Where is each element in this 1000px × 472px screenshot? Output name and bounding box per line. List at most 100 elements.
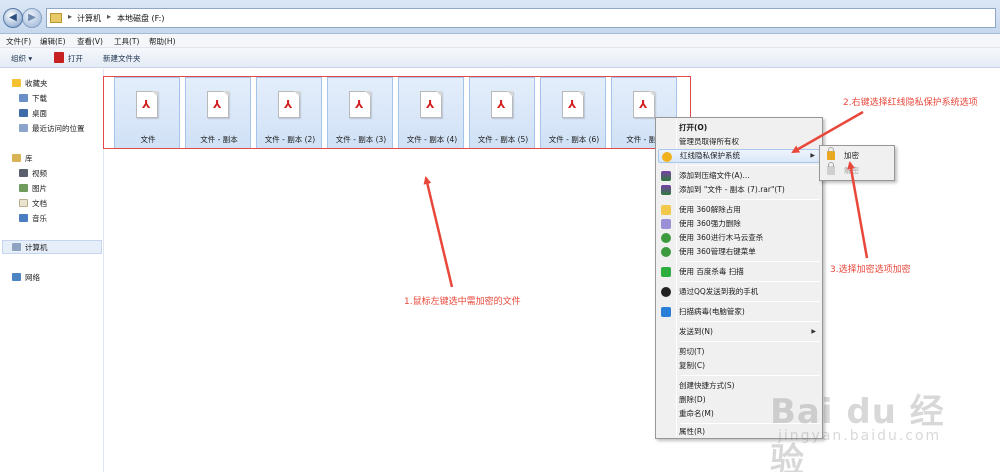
recent-places-icon xyxy=(19,124,28,132)
nav-label: 桌面 xyxy=(32,109,47,118)
nav-documents[interactable]: 文档 xyxy=(19,198,47,211)
music-icon xyxy=(19,214,28,222)
selection-annotation-box xyxy=(103,76,691,149)
nav-label: 收藏夹 xyxy=(25,79,48,88)
menu-item-pc-manager[interactable]: 扫描病毒(电脑管家) xyxy=(658,305,820,319)
watermark-url: jingyan.baidu.com xyxy=(778,428,942,444)
menu-item-copy[interactable]: 复制(C) xyxy=(658,359,820,373)
menu-item-add-rar[interactable]: 添加到 "文件 - 副本 (7).rar"(T) xyxy=(658,183,820,197)
pictures-icon xyxy=(19,184,28,192)
nav-music[interactable]: 音乐 xyxy=(19,213,47,226)
antivirus-icon xyxy=(661,247,671,257)
menu-file[interactable]: 文件(F) xyxy=(6,36,31,47)
menu-item-take-ownership[interactable]: 管理员取得所有权 xyxy=(658,135,820,149)
menu-item-360-unlock[interactable]: 使用 360解除占用 xyxy=(658,203,820,217)
nav-downloads[interactable]: 下载 xyxy=(19,93,47,106)
shield-icon xyxy=(661,307,671,317)
submenu-item-encrypt[interactable]: 加密 xyxy=(822,147,894,163)
menu-label: 扫描病毒(电脑管家) xyxy=(679,307,745,316)
nav-label: 图片 xyxy=(32,184,47,193)
menu-separator xyxy=(680,261,820,262)
menu-edit[interactable]: 编辑(E) xyxy=(40,36,66,47)
menu-label: 使用 360强力删除 xyxy=(679,219,741,228)
lock-icon xyxy=(827,147,835,160)
menu-item-send-to[interactable]: 发送到(N) ▶ xyxy=(658,325,820,339)
nav-label: 下载 xyxy=(32,94,47,103)
menu-item-360-menu[interactable]: 使用 360管理右键菜单 xyxy=(658,245,820,259)
menu-label: 红线隐私保护系统 xyxy=(680,151,740,160)
folder-icon xyxy=(50,13,62,23)
navigation-pane: 收藏夹 下载 桌面 最近访问的位置 库 视频 图片 文档 音乐 计算机 网络 xyxy=(0,69,104,472)
nav-libraries[interactable]: 库 xyxy=(12,153,33,166)
menu-item-cut[interactable]: 剪切(T) xyxy=(658,345,820,359)
winrar-icon xyxy=(661,185,671,195)
menu-view[interactable]: 查看(V) xyxy=(77,36,103,47)
menu-label: 使用 360管理右键菜单 xyxy=(679,247,756,256)
nav-label: 网络 xyxy=(25,273,40,282)
nav-desktop[interactable]: 桌面 xyxy=(19,108,47,121)
menu-item-baidu-scan[interactable]: 使用 百度杀毒 扫描 xyxy=(658,265,820,279)
address-input[interactable]: ▸ 计算机 ▸ 本地磁盘 (F:) xyxy=(46,8,996,28)
baidu-watermark: Bai du 经验 jingyan.baidu.com xyxy=(770,384,970,472)
nav-network[interactable]: 网络 xyxy=(12,272,40,285)
computer-icon xyxy=(12,243,21,251)
delete-icon xyxy=(661,219,671,229)
back-button[interactable]: ◀ xyxy=(3,8,23,28)
unlock-icon xyxy=(661,205,671,215)
menu-label: 发送到(N) xyxy=(679,327,713,336)
annotation-step3: 3.选择加密选项加密 xyxy=(830,265,911,275)
menu-label: 使用 360解除占用 xyxy=(679,205,741,214)
menu-item-qq-send[interactable]: 通过QQ发送到我的手机 xyxy=(658,285,820,299)
downloads-icon xyxy=(19,94,28,102)
nav-label: 计算机 xyxy=(25,243,48,252)
menu-item-360-delete[interactable]: 使用 360强力删除 xyxy=(658,217,820,231)
menu-item-360-scan[interactable]: 使用 360进行木马云查杀 xyxy=(658,231,820,245)
forward-button[interactable]: ▶ xyxy=(22,8,42,28)
library-icon xyxy=(12,154,21,162)
menu-separator xyxy=(680,281,820,282)
menu-item-open[interactable]: 打开(O) xyxy=(658,121,820,135)
menu-label: 添加到 "文件 - 副本 (7).rar"(T) xyxy=(679,185,785,194)
menu-separator xyxy=(680,341,820,342)
menu-item-hongxian[interactable]: 红线隐私保护系统 ▶ xyxy=(658,149,820,163)
address-bar-area: ◀ ▶ ▸ 计算机 ▸ 本地磁盘 (F:) xyxy=(0,0,1000,34)
menu-separator xyxy=(680,301,820,302)
breadcrumb-computer[interactable]: 计算机 xyxy=(77,13,101,24)
star-icon xyxy=(12,79,21,87)
menu-label: 解密 xyxy=(844,166,859,175)
menu-separator xyxy=(680,199,820,200)
menu-bar: 文件(F) 编辑(E) 查看(V) 工具(T) 帮助(H) xyxy=(0,34,1000,48)
menu-label: 添加到压缩文件(A)... xyxy=(679,171,750,180)
new-folder-button[interactable]: 新建文件夹 xyxy=(103,53,141,64)
menu-tools[interactable]: 工具(T) xyxy=(114,36,139,47)
antivirus-icon xyxy=(661,233,671,243)
video-icon xyxy=(19,169,28,177)
menu-item-add-archive[interactable]: 添加到压缩文件(A)... xyxy=(658,169,820,183)
nav-label: 视频 xyxy=(32,169,47,178)
breadcrumb-drive[interactable]: 本地磁盘 (F:) xyxy=(117,13,164,24)
menu-help[interactable]: 帮助(H) xyxy=(149,36,176,47)
nav-label: 库 xyxy=(25,154,33,163)
nav-computer[interactable]: 计算机 xyxy=(12,242,48,255)
unlock-icon xyxy=(827,162,835,175)
menu-label: 使用 360进行木马云查杀 xyxy=(679,233,764,242)
submenu-arrow-icon: ▶ xyxy=(811,328,816,335)
command-bar: 组织 ▾ 打开 新建文件夹 xyxy=(0,48,1000,68)
network-icon xyxy=(12,273,21,281)
organize-button[interactable]: 组织 ▾ xyxy=(11,53,32,64)
winrar-icon xyxy=(661,171,671,181)
hongxian-submenu: 加密 解密 xyxy=(819,145,895,181)
menu-label: 加密 xyxy=(844,151,859,160)
nav-favorites[interactable]: 收藏夹 xyxy=(12,78,48,91)
menu-label: 通过QQ发送到我的手机 xyxy=(679,287,759,296)
documents-icon xyxy=(19,199,28,207)
nav-pictures[interactable]: 图片 xyxy=(19,183,47,196)
shield-icon xyxy=(662,152,672,162)
arrow-step1 xyxy=(423,176,454,288)
nav-videos[interactable]: 视频 xyxy=(19,168,47,181)
nav-recent[interactable]: 最近访问的位置 xyxy=(19,123,85,136)
submenu-item-decrypt: 解密 xyxy=(822,162,894,178)
open-button[interactable]: 打开 xyxy=(68,53,83,64)
menu-label: 使用 百度杀毒 扫描 xyxy=(679,267,744,276)
explorer-window: ◀ ▶ ▸ 计算机 ▸ 本地磁盘 (F:) 文件(F) 编辑(E) 查看(V) … xyxy=(0,0,1000,472)
